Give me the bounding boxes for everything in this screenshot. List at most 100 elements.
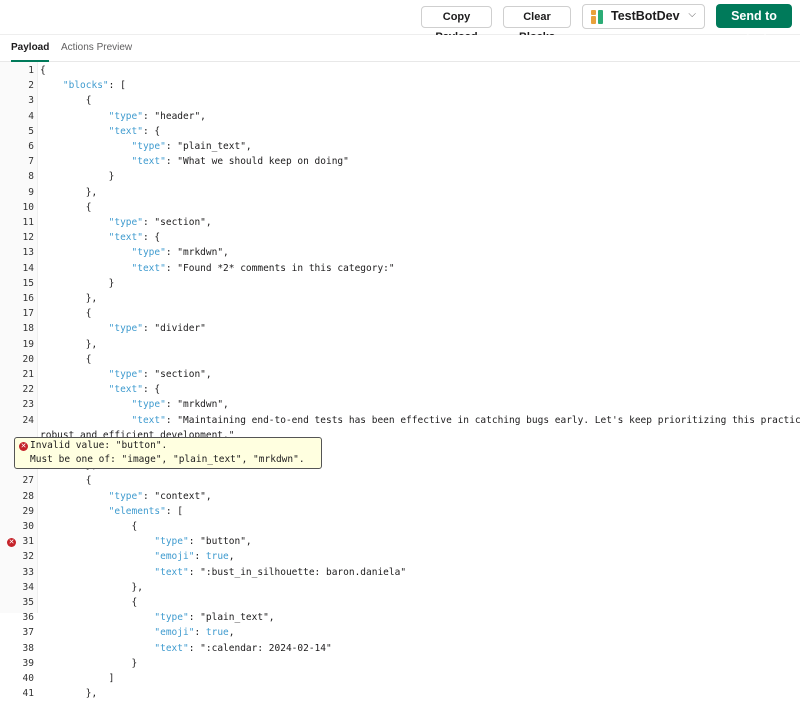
code-text: "emoji": true, bbox=[154, 627, 235, 639]
line-number: 4 bbox=[28, 110, 34, 122]
code-text: "emoji": true, bbox=[154, 551, 235, 563]
code-line: 27 { bbox=[0, 473, 800, 488]
code-text: "text": ":bust_in_silhouette: baron.dani… bbox=[154, 566, 407, 578]
code-text: }, bbox=[85, 293, 98, 304]
tab-actions-preview[interactable]: Actions Preview bbox=[61, 35, 132, 61]
tab-bar: Payload Actions Preview bbox=[0, 35, 800, 62]
code-line: 21 "type": "section", bbox=[0, 367, 800, 382]
code-text: "text": { bbox=[108, 125, 161, 137]
code-text: } bbox=[108, 277, 115, 289]
copy-payload-button[interactable]: Copy Payload bbox=[421, 6, 492, 43]
error-message: Invalid value: "button". bbox=[30, 440, 168, 451]
code-line: 18 "type": "divider" bbox=[0, 321, 800, 336]
error-icon: ✕ bbox=[19, 442, 28, 451]
line-number: 29 bbox=[22, 505, 34, 517]
line-number: 28 bbox=[22, 490, 34, 502]
code-text: } bbox=[131, 657, 138, 669]
validation-error-tooltip: ✕ Invalid value: "button". Must be one o… bbox=[14, 437, 322, 469]
line-number: 27 bbox=[22, 475, 34, 487]
code-text: ] bbox=[108, 673, 115, 684]
line-number: 41 bbox=[22, 688, 34, 700]
line-number: 33 bbox=[22, 566, 34, 578]
code-text: { bbox=[85, 201, 92, 213]
line-number: 8 bbox=[28, 171, 34, 183]
line-number: 17 bbox=[22, 308, 34, 320]
line-number: 1 bbox=[28, 65, 34, 76]
code-line: 6 "type": "plain_text", bbox=[0, 139, 800, 154]
line-number: 39 bbox=[22, 657, 34, 669]
code-text: "text": "Found *2* comments in this cate… bbox=[131, 262, 395, 274]
code-text: }, bbox=[131, 581, 143, 593]
line-number: 12 bbox=[22, 232, 34, 244]
line-number: 2 bbox=[28, 80, 34, 92]
line-number: 7 bbox=[28, 156, 34, 168]
line-number: 18 bbox=[22, 323, 34, 335]
line-number: 32 bbox=[22, 551, 34, 563]
workspace-select[interactable]: TestBotDev ⌵ bbox=[582, 4, 705, 29]
send-to-slack-button[interactable]: Send to Slack bbox=[716, 4, 792, 47]
toolbar: Copy Payload Clear Blocks TestBotDev ⌵ S… bbox=[0, 0, 800, 47]
code-line: 40 ] bbox=[0, 671, 800, 686]
code-line: 35 { bbox=[0, 595, 800, 610]
code-text: } bbox=[108, 171, 115, 183]
line-number: 23 bbox=[22, 399, 34, 411]
code-line: 7 "text": "What we should keep on doing" bbox=[0, 154, 800, 169]
code-text: "type": "section", bbox=[108, 369, 212, 380]
code-text: { bbox=[85, 308, 92, 320]
code-text: "type": "mrkdwn", bbox=[131, 399, 229, 411]
code-text: "elements": [ bbox=[108, 505, 184, 517]
line-number: 35 bbox=[22, 597, 34, 608]
line-number: 13 bbox=[22, 247, 34, 259]
code-line: 1{ bbox=[0, 63, 800, 78]
code-text: "text": "Maintaining end-to-end tests ha… bbox=[131, 414, 800, 426]
code-line: 19 }, bbox=[0, 337, 800, 352]
code-text: }, bbox=[85, 186, 98, 198]
line-number: 24 bbox=[22, 414, 34, 426]
code-line: 39 } bbox=[0, 656, 800, 671]
code-line: 23 "type": "mrkdwn", bbox=[0, 397, 800, 412]
code-line: 29 "elements": [ bbox=[0, 504, 800, 519]
code-editor[interactable]: 1{2 "blocks": [3 {4 "type": "header", 5 "… bbox=[0, 62, 800, 699]
line-number: 38 bbox=[22, 642, 34, 654]
error-allowed-values: Must be one of: "image", "plain_text", "… bbox=[30, 454, 305, 465]
clear-blocks-button[interactable]: Clear Blocks bbox=[503, 6, 571, 43]
code-line: 3 { bbox=[0, 93, 800, 108]
line-number: 14 bbox=[22, 262, 34, 274]
code-line: 34 }, bbox=[0, 580, 800, 595]
code-text: "type": "mrkdwn", bbox=[131, 247, 229, 259]
workspace-name: TestBotDev bbox=[611, 9, 680, 23]
line-number: 31 bbox=[22, 536, 34, 548]
tab-payload[interactable]: Payload bbox=[11, 35, 50, 62]
line-number: 5 bbox=[28, 125, 34, 137]
line-number: 37 bbox=[22, 627, 34, 639]
line-number: 16 bbox=[22, 293, 34, 304]
code-text: "blocks": [ bbox=[62, 80, 126, 92]
code-line: 11 "type": "section", bbox=[0, 215, 800, 230]
line-number: 10 bbox=[22, 201, 34, 213]
code-text: "type": "divider" bbox=[108, 323, 206, 335]
line-number: 3 bbox=[28, 95, 34, 107]
code-line: 9 }, bbox=[0, 185, 800, 200]
line-number: 9 bbox=[28, 186, 34, 198]
code-line: 14 "text": "Found *2* comments in this c… bbox=[0, 261, 800, 276]
line-number: 40 bbox=[22, 673, 34, 684]
code-line: 17 { bbox=[0, 306, 800, 321]
line-number: 11 bbox=[22, 217, 34, 228]
code-line: 5 "text": { bbox=[0, 124, 800, 139]
code-text: "type": "section", bbox=[108, 217, 212, 228]
code-line: 2 "blocks": [ bbox=[0, 78, 800, 93]
code-line: 10 { bbox=[0, 200, 800, 215]
line-number: 30 bbox=[22, 521, 34, 532]
code-line: 41 }, bbox=[0, 686, 800, 701]
code-line: 36 "type": "plain_text", bbox=[0, 610, 800, 625]
line-number: 36 bbox=[22, 612, 34, 624]
line-number: 19 bbox=[22, 338, 34, 350]
code-text: "type": "context", bbox=[108, 490, 212, 502]
code-text: "text": "What we should keep on doing" bbox=[131, 156, 349, 168]
code-text: { bbox=[131, 521, 138, 532]
code-text: "type": "header", bbox=[108, 110, 206, 122]
code-text: "text": ":calendar: 2024-02-14" bbox=[154, 642, 332, 654]
code-text: { bbox=[131, 597, 138, 608]
line-number: 34 bbox=[22, 581, 34, 593]
code-line: 30 { bbox=[0, 519, 800, 534]
